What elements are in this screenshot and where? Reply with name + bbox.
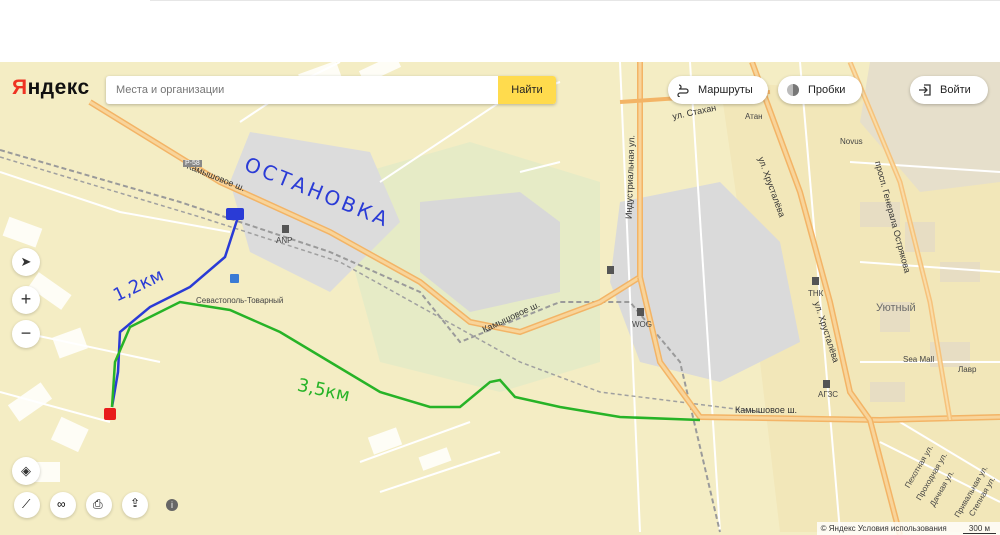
printer-icon: ⎙	[93, 497, 103, 511]
poi-label: АГЗС	[818, 390, 839, 399]
map-canvas[interactable]: Камышовое ш. Камышовое ш. Камышовое ш. И…	[0, 62, 1000, 535]
logo-text: Я	[12, 76, 28, 99]
station-label: Севастополь-Товарный	[196, 296, 284, 305]
copyright-text: © Яндекс Условия использования	[820, 524, 947, 533]
routes-button[interactable]: Маршруты	[668, 76, 768, 104]
search-input[interactable]	[106, 76, 506, 104]
traffic-icon	[787, 84, 799, 96]
start-marker	[104, 408, 116, 420]
fuel-marker	[282, 225, 289, 233]
print-button[interactable]: ⎙	[86, 492, 112, 518]
info-icon[interactable]: i	[166, 499, 178, 511]
ruler-button[interactable]: ⟋	[14, 492, 40, 518]
street-label: Камышовое ш.	[735, 405, 798, 415]
station-marker	[230, 274, 239, 283]
traffic-label: Пробки	[808, 84, 846, 96]
traffic-button[interactable]: Пробки	[778, 76, 862, 104]
layers-icon: ◈	[21, 463, 31, 478]
browser-top-area	[0, 0, 1000, 62]
poi-label: ANP	[276, 236, 293, 245]
poi-label: ТНК	[808, 289, 824, 298]
zoom-out-button[interactable]: −	[12, 320, 40, 348]
poi-label: Атан	[745, 112, 763, 121]
routes-icon	[677, 84, 689, 97]
locate-button[interactable]: ➤	[12, 248, 40, 276]
logo-text-rest: ндекс	[27, 76, 90, 99]
panorama-button[interactable]: ∞	[50, 492, 76, 518]
poi-label: Sea Mall	[903, 355, 935, 364]
routes-label: Маршруты	[698, 84, 753, 96]
scale-bar: 300 м	[962, 524, 996, 534]
map-footer: © Яндекс Условия использования 300 м	[816, 522, 1000, 535]
search-button[interactable]: Найти	[498, 76, 556, 104]
login-icon	[919, 84, 931, 96]
share-button[interactable]: ⇪	[122, 492, 148, 518]
yandex-logo[interactable]: Яндекс	[12, 76, 90, 100]
ruler-icon: ⟋	[22, 497, 31, 511]
poi-label: Novus	[840, 137, 863, 146]
poi-label: Лавр	[958, 365, 977, 374]
district-label: Уютный	[876, 302, 916, 314]
map-svg	[0, 62, 1000, 535]
layers-button[interactable]: ◈	[12, 457, 40, 485]
login-label: Войти	[940, 84, 971, 96]
login-button[interactable]: Войти	[910, 76, 988, 104]
zoom-in-button[interactable]: +	[12, 286, 40, 314]
search-box: Найти	[106, 76, 556, 104]
route-shield: Р-58	[183, 160, 202, 167]
poi-label: WOG	[632, 320, 652, 329]
plus-icon: +	[20, 289, 32, 309]
top-divider	[150, 0, 1000, 4]
share-icon: ⇪	[130, 496, 141, 510]
binoculars-icon: ∞	[57, 497, 66, 511]
stop-marker	[226, 208, 244, 220]
minus-icon: −	[20, 323, 32, 343]
navigation-arrow-icon: ➤	[20, 254, 32, 269]
